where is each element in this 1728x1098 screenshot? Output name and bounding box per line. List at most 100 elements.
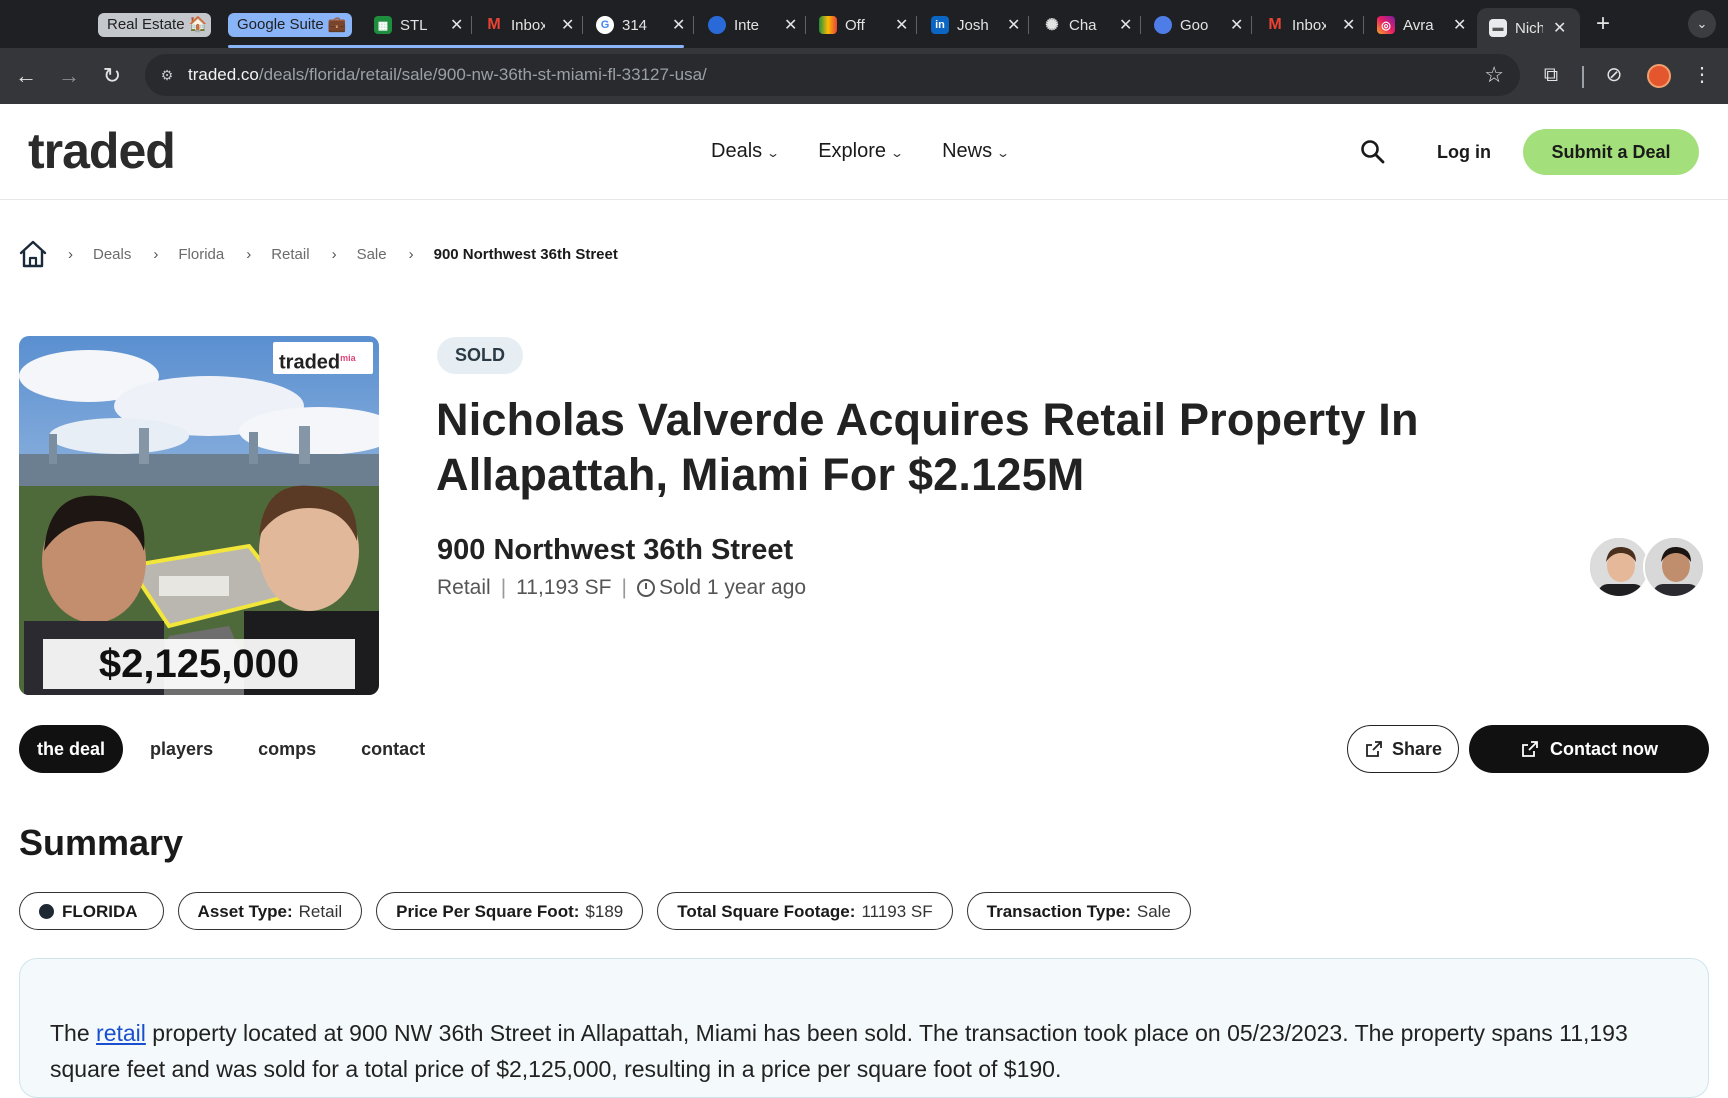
tab-title: Off [845,16,865,34]
close-icon[interactable]: ✕ [450,15,463,35]
tab-title: Goo [1180,16,1209,34]
avatar[interactable] [1588,536,1650,598]
breadcrumb-florida[interactable]: Florida [178,246,224,263]
retail-link[interactable]: retail [96,1020,146,1046]
summary-pills: FLORIDA Asset Type: Retail Price Per Squa… [19,892,1191,930]
tab-comps[interactable]: comps [258,739,316,760]
browser-tab-bar: Real Estate 🏠 Google Suite 💼 ▦ STL ✕ M I… [0,0,1728,48]
url-path: /deals/florida/retail/sale/900-nw-36th-s… [258,65,707,84]
image-brand-sup: mia [340,353,356,363]
chevron-right-icon: › [408,245,414,263]
browser-tab[interactable]: M Inbox ✕ [1266,10,1355,40]
close-icon[interactable]: ✕ [1230,15,1243,35]
chevron-right-icon: › [331,245,337,263]
site-logo[interactable]: traded [28,122,176,180]
tab-divider [582,16,583,34]
chevron-down-icon: ⌄ [890,145,905,160]
close-icon[interactable]: ✕ [1342,15,1355,35]
browser-tab-active[interactable]: ▬ Nich ✕ [1477,8,1580,48]
nav-label: News [942,140,993,162]
close-icon[interactable]: ✕ [784,15,797,35]
breadcrumb: › Deals › Florida › Retail › Sale › 900 … [18,238,640,270]
breadcrumb-deals[interactable]: Deals [93,246,131,263]
property-meta: Retail | 11,193 SF | Sold 1 year ago [437,576,806,600]
tab-divider [1363,16,1364,34]
chatgpt-icon: ✺ [1045,17,1059,34]
tab-title: Inbox [511,16,545,34]
bookmark-star-icon[interactable]: ☆ [1484,62,1504,88]
meta-divider: | [500,576,507,599]
close-icon[interactable]: ✕ [1007,15,1020,35]
new-tab-icon[interactable]: + [1596,10,1610,38]
state-pill[interactable]: FLORIDA [19,892,164,930]
linkedin-icon: in [931,16,949,34]
site-settings-icon[interactable]: ⚙ [157,65,177,85]
url-text[interactable]: traded.co/deals/florida/retail/sale/900-… [188,65,707,85]
close-icon[interactable]: ✕ [672,15,685,35]
url-host: traded.co [188,65,259,84]
browser-toolbar: ← → ↻ ⚙ traded.co/deals/florida/retail/s… [0,48,1728,104]
deal-tabs: the deal players comps contact [19,725,470,773]
tab-search-icon[interactable]: ⌄ [1688,10,1716,38]
submit-deal-button[interactable]: Submit a Deal [1523,129,1699,175]
toolbar-divider [1582,66,1584,88]
tab-the-deal[interactable]: the deal [19,725,124,773]
browser-tab[interactable]: Off ✕ [819,10,908,40]
tab-title: STL [400,16,428,34]
profile-avatar-icon[interactable] [1647,64,1671,88]
breadcrumb-sale[interactable]: Sale [357,246,387,263]
browser-tab[interactable]: ✺ Cha ✕ [1043,10,1132,40]
browser-menu-icon[interactable]: ⋮ [1688,61,1716,89]
tab-group-real-estate[interactable]: Real Estate 🏠 [98,13,211,37]
nav-deals[interactable]: Deals ⌄ [711,140,780,163]
browser-tab[interactable]: Inte ✕ [708,10,797,40]
total-sqft-pill: Total Square Footage: 11193 SF [657,892,953,930]
home-icon[interactable] [18,239,48,269]
browser-tab[interactable]: in Josh ✕ [931,10,1020,40]
google-icon: G [596,16,614,34]
gemini-icon [1154,16,1172,34]
tab-players[interactable]: players [150,739,213,760]
login-link[interactable]: Log in [1437,142,1491,163]
tab-contact[interactable]: contact [361,739,425,760]
extensions-icon[interactable]: ⧉ [1537,61,1565,89]
tab-title: Cha [1069,16,1097,34]
browser-tab[interactable]: ◎ Avra ✕ [1377,10,1466,40]
extension-icon[interactable]: ⊘ [1600,61,1628,89]
breadcrumb-retail[interactable]: Retail [271,246,309,263]
image-brand-text: traded [279,351,341,374]
close-icon[interactable]: ✕ [1453,15,1466,35]
pill-value: $189 [585,901,624,921]
avatar[interactable] [1643,536,1705,598]
close-icon[interactable]: ✕ [895,15,908,35]
close-icon[interactable]: ✕ [1553,18,1566,38]
close-icon[interactable]: ✕ [561,15,574,35]
share-button[interactable]: Share [1347,725,1459,773]
tab-group-google-suite[interactable]: Google Suite 💼 [228,13,352,37]
nav-explore[interactable]: Explore ⌄ [818,140,905,163]
reload-icon[interactable]: ↻ [98,62,126,90]
close-icon[interactable]: ✕ [1119,15,1132,35]
pill-value: 11193 SF [861,901,933,921]
property-asset: Retail [437,576,491,599]
meta-divider: | [621,576,627,599]
summary-box: The retail property located at 900 NW 36… [19,958,1709,1098]
back-icon[interactable]: ← [12,62,40,90]
address-bar[interactable]: ⚙ traded.co/deals/florida/retail/sale/90… [145,54,1520,96]
external-link-icon [1522,741,1538,757]
browser-tab[interactable]: M Inbox ✕ [485,10,574,40]
browser-tab[interactable]: G 314 ✕ [596,10,685,40]
search-icon[interactable] [1359,138,1387,166]
pill-key: Transaction Type: [986,901,1131,921]
forward-icon[interactable]: → [55,62,83,90]
state-dot-icon [39,903,54,919]
pill-key: Asset Type: [197,901,293,921]
browser-tab[interactable]: ▦ STL ✕ [374,10,463,40]
browser-tab[interactable]: Goo ✕ [1154,10,1243,40]
summary-text-start: The [50,1020,97,1046]
status-badge: SOLD [437,337,523,374]
main-nav: Deals ⌄ Explore ⌄ News ⌄ [711,140,1010,163]
transaction-type-pill: Transaction Type: Sale [966,892,1191,930]
contact-now-button[interactable]: Contact now [1469,725,1709,773]
nav-news[interactable]: News ⌄ [942,140,1010,163]
